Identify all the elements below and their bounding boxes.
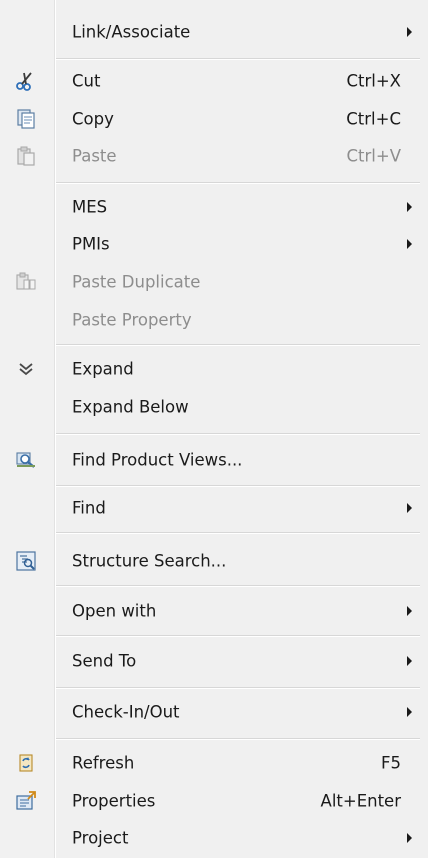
paste-icon: [15, 145, 37, 167]
menu-item-copy[interactable]: Copy Ctrl+C: [0, 101, 428, 137]
menu-item-project[interactable]: Project: [0, 820, 428, 856]
submenu-arrow-icon: [407, 239, 412, 249]
menu-separator: [56, 485, 420, 487]
menu-item-link-associate[interactable]: Link/Associate: [0, 14, 428, 50]
menu-item-open-with[interactable]: Open with: [0, 593, 428, 629]
menu-item-label: Expand Below: [72, 397, 189, 417]
menu-item-label: Expand: [72, 359, 134, 379]
menu-item-paste-duplicate[interactable]: Paste Duplicate: [0, 264, 428, 300]
menu-item-mes[interactable]: MES: [0, 189, 428, 225]
submenu-arrow-icon: [407, 656, 412, 666]
submenu-arrow-icon: [407, 202, 412, 212]
menu-item-shortcut: Alt+Enter: [320, 791, 401, 811]
menu-item-label: Send To: [72, 651, 137, 671]
menu-item-label: Refresh: [72, 753, 135, 773]
menu-item-structure-search[interactable]: Structure Search...: [0, 543, 428, 579]
submenu-arrow-icon: [407, 707, 412, 717]
menu-item-send-to[interactable]: Send To: [0, 643, 428, 679]
menu-item-label: Find Product Views...: [72, 450, 243, 470]
menu-separator: [56, 182, 420, 184]
menu-item-label: Paste: [72, 146, 117, 166]
submenu-arrow-icon: [407, 833, 412, 843]
menu-item-find[interactable]: Find: [0, 490, 428, 526]
menu-separator: [56, 635, 420, 637]
refresh-icon: [15, 752, 37, 774]
menu-separator: [56, 58, 420, 60]
menu-item-properties[interactable]: Properties Alt+Enter: [0, 783, 428, 819]
menu-item-label: Check-In/Out: [72, 702, 180, 722]
menu-item-shortcut: Ctrl+X: [346, 71, 402, 91]
menu-item-label: Paste Duplicate: [72, 272, 201, 292]
scissors-icon: [15, 70, 37, 92]
menu-separator: [56, 738, 420, 740]
menu-item-find-product-views[interactable]: Find Product Views...: [0, 442, 428, 478]
menu-item-shortcut: Ctrl+V: [346, 146, 401, 166]
menu-separator: [56, 687, 420, 689]
menu-item-expand[interactable]: Expand: [0, 351, 428, 387]
menu-item-label: MES: [72, 197, 108, 217]
submenu-arrow-icon: [407, 27, 412, 37]
menu-item-label: Project: [72, 828, 129, 848]
submenu-arrow-icon: [407, 503, 412, 513]
menu-item-shortcut: Ctrl+C: [346, 109, 401, 129]
submenu-arrow-icon: [407, 606, 412, 616]
menu-item-label: Find: [72, 498, 106, 518]
menu-item-label: Structure Search...: [72, 551, 227, 571]
menu-item-paste-property[interactable]: Paste Property: [0, 302, 428, 338]
menu-separator: [56, 532, 420, 534]
menu-separator: [56, 433, 420, 435]
menu-separator: [56, 585, 420, 587]
menu-item-label: PMIs: [72, 234, 110, 254]
menu-item-paste[interactable]: Paste Ctrl+V: [0, 138, 428, 174]
paste-duplicate-icon: [15, 271, 37, 293]
copy-icon: [15, 108, 37, 130]
expand-chevrons-icon: [15, 358, 37, 380]
find-product-views-icon: [15, 449, 37, 471]
menu-item-label: Paste Property: [72, 310, 192, 330]
menu-separator: [56, 344, 420, 346]
menu-item-label: Cut: [72, 71, 101, 91]
menu-item-expand-below[interactable]: Expand Below: [0, 389, 428, 425]
menu-item-check-in-out[interactable]: Check-In/Out: [0, 694, 428, 730]
menu-item-shortcut: F5: [381, 753, 401, 773]
menu-item-label: Properties: [72, 791, 156, 811]
structure-search-icon: [15, 550, 37, 572]
context-menu: Link/Associate Cut Ctrl+X Copy Ctrl+C Pa…: [0, 0, 428, 858]
menu-item-label: Copy: [72, 109, 114, 129]
menu-item-pmis[interactable]: PMIs: [0, 226, 428, 262]
menu-item-label: Link/Associate: [72, 22, 191, 42]
properties-icon: [15, 790, 37, 812]
menu-item-label: Open with: [72, 601, 157, 621]
menu-item-cut[interactable]: Cut Ctrl+X: [0, 63, 428, 99]
menu-item-refresh[interactable]: Refresh F5: [0, 745, 428, 781]
